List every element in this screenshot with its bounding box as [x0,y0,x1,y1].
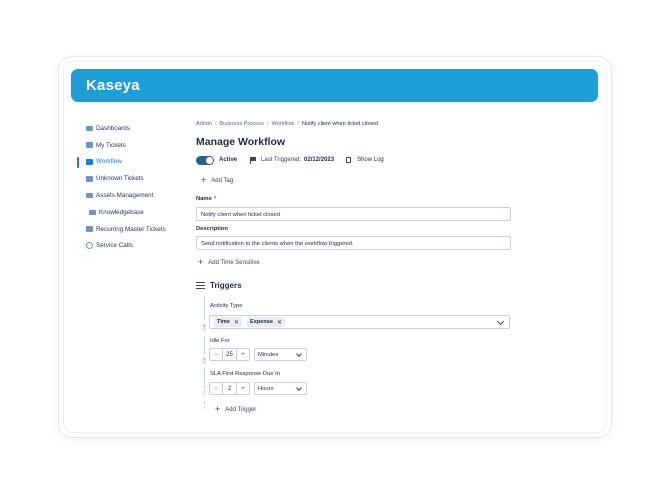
trigger-connector [204,401,205,409]
decrement-button[interactable]: − [210,386,222,392]
dashboard-icon [86,125,93,132]
sidebar-item-unknown-tickets[interactable]: Unknown Tickets [77,170,192,187]
or-label: OR [202,357,207,364]
required-marker: * [213,196,217,202]
sidebar-item-label: Unknown Tickets [96,175,144,183]
close-icon[interactable]: ✕ [234,319,239,326]
breadcrumb: Admin / Business Process / Workflow / Notify c… [196,121,379,127]
increment-button[interactable]: + [237,352,249,358]
last-triggered-date: 02/12/2023 [304,157,335,163]
assets-icon [86,192,93,199]
activity-type-select[interactable]: Time ✕ Expense ✕ [209,315,510,329]
chevron-down-icon[interactable] [496,317,505,326]
idle-for-unit-value: Minutes [258,352,279,358]
active-toggle[interactable] [196,155,214,165]
trigger-connector [204,369,205,389]
add-tag-button[interactable]: + Add Tag [201,176,233,185]
breadcrumb-current: Notify client when ticket closed [301,121,379,127]
sla-stepper[interactable]: − 2 + [209,382,250,395]
list-icon [196,282,205,290]
active-label: Active [219,157,238,163]
sidebar-item-label: Workflow [96,158,122,166]
or-label: OR [202,324,207,331]
unknown-ticket-icon [86,176,93,182]
increment-button[interactable]: + [237,386,249,392]
breadcrumb-workflow[interactable]: Workflow [271,121,294,127]
sidebar-item-label: Service Calls [96,242,133,250]
sla-unit-select[interactable]: Hours [254,382,307,395]
description-label: Description [196,226,228,232]
last-triggered-label: Last Triggered: [261,157,302,163]
plus-icon: + [215,404,221,414]
sla-label: SLA First Response Due In [210,371,280,377]
page-title: Manage Workflow [196,136,286,148]
workflow-icon [86,159,93,165]
flag-icon [250,157,257,164]
trigger-connector [204,296,205,320]
close-icon[interactable]: ✕ [277,319,282,326]
sidebar-item-label: Knowledgebase [99,208,144,216]
show-log-button[interactable]: Show Log [357,157,384,163]
service-calls-icon [86,242,93,250]
breadcrumb-admin[interactable]: Admin [196,121,212,127]
chip-expense[interactable]: Expense ✕ [247,317,286,327]
idle-for-stepper[interactable]: − 25 + [209,348,250,361]
sla-value[interactable]: 2 [222,383,237,394]
chip-time[interactable]: Time ✕ [214,317,242,327]
add-trigger-label: Add Trigger [225,406,257,413]
log-icon [346,156,352,164]
chevron-down-icon [296,350,302,357]
sidebar-item-label: Dashboards [96,124,130,132]
sidebar-item-my-tickets[interactable]: My Tickets [77,137,192,154]
add-trigger-button[interactable]: + Add Trigger [215,405,256,414]
status-row: Active Last Triggered: 02/12/2023 Show L… [196,155,384,165]
sidebar-item-label: Assets Management [96,192,154,200]
sidebar-item-label: My Tickets [96,141,126,149]
add-tag-label: Add Tag [211,177,234,184]
sidebar-item-recurring-master-tickets[interactable]: Recurring Master Tickets [77,221,192,238]
plus-icon: + [198,257,204,267]
knowledgebase-icon [89,209,96,216]
breadcrumb-business-process[interactable]: Business Process [219,121,263,127]
sidebar: Dashboards My Tickets Workflow Unknown T… [77,120,192,254]
trigger-connector [204,336,205,354]
sla-unit-value: Hours [258,386,274,392]
sidebar-item-dashboards[interactable]: Dashboards [77,120,192,137]
kaseya-logo[interactable]: Kaseya [86,77,140,94]
sidebar-item-service-calls[interactable]: Service Calls [77,238,192,255]
sidebar-item-assets-management[interactable]: Assets Management [77,187,192,204]
sidebar-item-knowledgebase[interactable]: Knowledgebase [77,204,192,221]
chevron-down-icon [296,384,302,391]
add-time-sensitive-label: Add Time Sensitive [208,259,260,266]
idle-for-value[interactable]: 25 [222,349,237,360]
idle-for-unit-select[interactable]: Minutes [254,348,307,361]
triggers-title: Triggers [210,281,242,290]
description-field[interactable]: Send notification to the clients when th… [196,236,511,250]
add-time-sensitive-button[interactable]: + Add Time Sensitive [198,258,260,267]
activity-type-label: Activity Type [210,303,243,309]
recurring-icon [86,226,93,232]
idle-for-label: Idle For [210,338,230,344]
app-header: Kaseya [71,69,598,102]
sidebar-item-workflow[interactable]: Workflow [77,154,192,171]
ticket-icon [86,142,93,148]
name-field[interactable]: Notify client when ticket closed [196,207,511,221]
name-label: Name * [196,196,217,202]
sidebar-item-label: Recurring Master Tickets [96,225,166,233]
triggers-heading: Triggers [196,281,242,290]
plus-icon: + [201,175,207,185]
decrement-button[interactable]: − [210,352,222,358]
or-label: OR [202,390,207,397]
